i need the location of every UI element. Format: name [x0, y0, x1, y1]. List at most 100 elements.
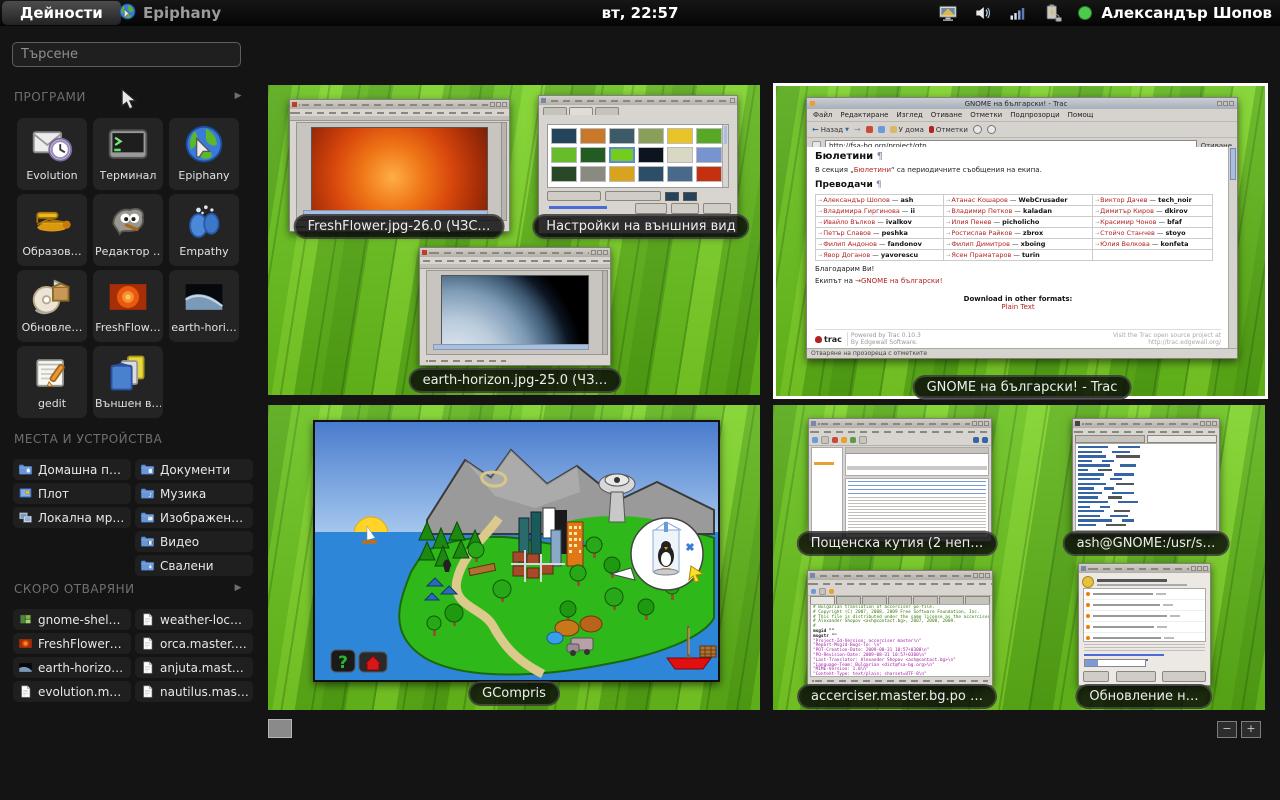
reload-button[interactable] — [878, 126, 885, 133]
browser-menu-item[interactable]: Файл — [813, 111, 832, 119]
edgewall-link[interactable]: http://trac.edgewall.org/ — [1113, 339, 1221, 346]
remove-button[interactable] — [671, 203, 699, 214]
recent-item-document[interactable]: evolution.m… — [13, 681, 131, 702]
app-tile-gimp[interactable]: Редактор … — [93, 194, 163, 266]
remove-workspace-button[interactable]: − — [1217, 721, 1237, 738]
place-item-network[interactable]: Локална мр… — [13, 507, 131, 528]
wallpaper-thumbnail[interactable] — [551, 147, 577, 163]
stop-button[interactable] — [866, 126, 873, 133]
translator-cell[interactable]: Филип Андонов — fandonov — [816, 239, 944, 250]
translator-cell[interactable]: Ивайло Вълков — ivalkov — [816, 217, 944, 228]
volume-icon[interactable] — [973, 3, 993, 23]
window-gimp-freshflower[interactable] — [289, 99, 510, 232]
minimize-button[interactable] — [1217, 101, 1222, 106]
bulletins-link[interactable]: Бюлетини — [854, 166, 891, 174]
browser-menu-item[interactable]: Помощ — [1068, 111, 1094, 119]
translator-cell[interactable]: Владимира Гиргинова — ii — [816, 206, 944, 217]
clock[interactable]: вт, 22:57 — [602, 0, 679, 26]
forward-button[interactable]: → — [854, 125, 861, 134]
browser-menu-item[interactable]: Подпрозорци — [1010, 111, 1059, 119]
app-tile-gcompris[interactable]: Образов… — [17, 194, 87, 266]
help-button[interactable] — [1083, 671, 1109, 682]
wallpaper-thumbnail[interactable] — [609, 128, 635, 144]
activities-button[interactable]: Дейности — [2, 1, 121, 25]
search-input[interactable] — [13, 43, 256, 66]
browser-menu-item[interactable]: Отиване — [931, 111, 962, 119]
close-button[interactable] — [1229, 101, 1234, 106]
window-gimp-earth[interactable] — [419, 247, 611, 366]
place-item-desktop[interactable]: Плот — [13, 483, 131, 504]
wallpaper-thumbnail[interactable] — [667, 147, 693, 163]
update-row[interactable] — [1084, 611, 1205, 622]
add-workspace-button[interactable]: + — [1241, 721, 1261, 738]
app-tile-freshflower[interactable]: FreshFlow… — [93, 270, 163, 342]
app-tile-earth[interactable]: earth-hori… — [169, 270, 239, 342]
recent-item-document[interactable]: nautilus.mas… — [135, 681, 253, 702]
recent-item-document[interactable]: anjuta.mast… — [135, 657, 253, 678]
wallpaper-thumbnail[interactable] — [696, 166, 722, 182]
wallpaper-thumbnail[interactable] — [580, 128, 606, 144]
place-item-folder-home[interactable]: Домашна п… — [13, 459, 131, 480]
terminal-output[interactable] — [1075, 443, 1217, 531]
battery-icon[interactable] — [1043, 3, 1063, 23]
workspace-1[interactable]: FreshFlower.jpg-26.0 (ЧЗС… — [268, 85, 760, 395]
wallpaper-thumbnail[interactable] — [696, 147, 722, 163]
home-button[interactable]: У дома — [890, 126, 924, 134]
updates-list[interactable] — [1083, 588, 1206, 642]
v-scrollbar[interactable] — [602, 270, 608, 355]
translator-cell[interactable]: Филип Димитров — xboing — [944, 239, 1093, 250]
translator-cell[interactable]: Виктор Дачев — tech_noir — [1092, 195, 1212, 206]
recent-item-image-flower[interactable]: FreshFlower… — [13, 633, 131, 654]
plain-text-link[interactable]: Plain Text — [815, 303, 1221, 311]
translator-cell[interactable]: Ростислав Райков — zbrox — [944, 228, 1093, 239]
picture-style-combo[interactable] — [547, 191, 601, 201]
translator-cell[interactable]: Юлия Велкова — konfeta — [1092, 239, 1212, 250]
wallpaper-thumbnail[interactable] — [551, 128, 577, 144]
translator-cell[interactable]: Александър Шопов — ash — [816, 195, 944, 206]
v-scrollbar[interactable] — [1228, 147, 1237, 349]
place-item-folder-videos[interactable]: Видео — [135, 531, 253, 552]
gedit-text-area[interactable]: # Bulgarian translation of accerciser po… — [810, 604, 990, 677]
translator-cell[interactable]: Петър Славов — peshka — [816, 228, 944, 239]
translator-cell[interactable]: Ясен Праматаров — turin — [944, 250, 1093, 261]
user-menu[interactable]: Александър Шопов — [1101, 4, 1272, 22]
back-button[interactable]: ←Назад▼ — [812, 125, 849, 134]
translator-cell[interactable]: Илия Пенев — picholicho — [944, 217, 1093, 228]
wallpaper-thumbnail[interactable] — [638, 128, 664, 144]
window-terminal[interactable] — [1072, 418, 1220, 535]
add-button[interactable] — [703, 203, 731, 214]
translator-cell[interactable]: Владимир Петков — kaladan — [944, 206, 1093, 217]
folder-tree[interactable] — [811, 447, 843, 538]
bookmarks-button[interactable]: Отметки — [929, 126, 968, 134]
translator-cell[interactable]: Красимир Чонов — bfaf — [1092, 217, 1212, 228]
window-gcompris[interactable]: ? — [313, 420, 720, 682]
gnome-bg-link[interactable]: →GNOME на български! — [855, 277, 942, 285]
app-tile-empathy[interactable]: Empathy — [169, 194, 239, 266]
presence-status-icon[interactable] — [1078, 6, 1092, 20]
translator-cell[interactable]: Атанас Кошаров — WebCrusader — [944, 195, 1093, 206]
workspace-4[interactable]: Пощенска кутия (2 неп… ash@GNOME:/usr/s…… — [773, 405, 1265, 710]
wallpaper-thumbnail[interactable] — [580, 166, 606, 182]
color-swatch-1[interactable] — [665, 192, 679, 201]
display-icon[interactable] — [938, 3, 958, 23]
zoom-out-icon[interactable] — [987, 125, 996, 134]
window-evolution-mail[interactable] — [808, 418, 992, 542]
update-row[interactable] — [1084, 600, 1205, 611]
place-item-folder-downloads[interactable]: Свалени — [135, 555, 253, 576]
programs-expander-icon[interactable]: ▶ — [235, 91, 242, 101]
place-item-folder-pictures[interactable]: Изображен… — [135, 507, 253, 528]
translator-cell[interactable]: Стойчо Станчев — stoyo — [1092, 228, 1212, 239]
window-gedit[interactable]: # Bulgarian translation of accerciser po… — [807, 570, 993, 686]
translator-cell[interactable]: Димитър Киров — dkirov — [1092, 206, 1212, 217]
browser-menu-item[interactable]: Изглед — [896, 111, 922, 119]
wallpaper-thumbnail[interactable] — [551, 166, 577, 182]
translator-cell[interactable]: Явор Доганов — yavorescu — [816, 250, 944, 261]
network-signal-icon[interactable] — [1008, 3, 1028, 23]
app-tile-evolution[interactable]: Evolution — [17, 118, 87, 190]
wallpaper-thumbnail[interactable] — [638, 147, 664, 163]
wallpaper-thumbnail[interactable] — [667, 128, 693, 144]
place-item-folder-music[interactable]: ♪Музика — [135, 483, 253, 504]
zoom-in-icon[interactable] — [973, 125, 982, 134]
recent-item-document[interactable]: weather-loc… — [135, 609, 253, 630]
update-row[interactable] — [1084, 622, 1205, 633]
